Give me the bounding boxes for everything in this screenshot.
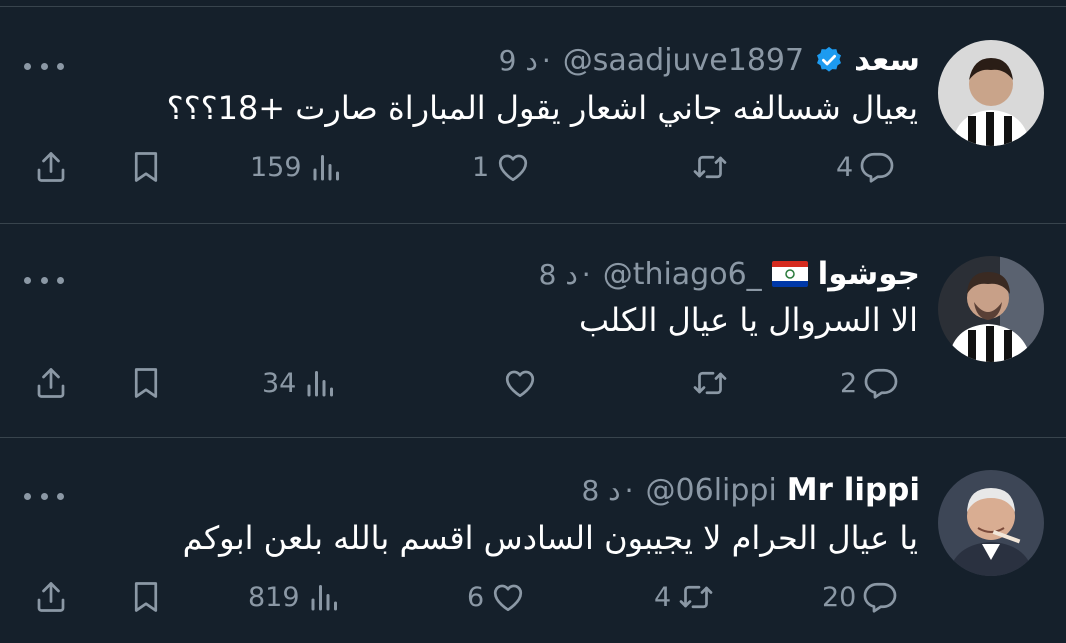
reply-button[interactable]: 20 <box>822 572 898 622</box>
tweet-header: 8 د · @06lippi Mr lippi <box>581 468 920 512</box>
avatar[interactable] <box>938 470 1044 576</box>
reply-icon <box>860 152 894 183</box>
retweet-icon <box>693 371 727 395</box>
like-count: 1 <box>472 151 490 183</box>
paraguay-flag-icon <box>771 261 808 287</box>
views-icon <box>307 371 334 397</box>
views-count: 159 <box>250 151 302 183</box>
tweet-header: 8 د · @thiago6_ جوشوا <box>539 252 920 296</box>
like-icon <box>494 584 523 612</box>
avatar[interactable] <box>938 256 1044 362</box>
tweet-card[interactable]: 8 د · @06lippi Mr lippi يا عيال الحرام ل… <box>0 438 1066 643</box>
like-button[interactable]: 1 <box>472 142 531 192</box>
reply-icon <box>864 582 897 613</box>
tweet-actions: 20 4 6 819 <box>0 572 1066 622</box>
display-name[interactable]: Mr lippi <box>787 472 920 508</box>
share-icon <box>37 368 65 398</box>
timestamp[interactable]: 9 د <box>499 44 538 77</box>
views-count: 819 <box>248 581 300 613</box>
reply-count: 20 <box>822 581 857 613</box>
retweet-button[interactable]: 4 <box>654 572 715 622</box>
tweet-header: 9 د · @saadjuve1897 سعد <box>499 38 920 82</box>
like-icon <box>499 154 528 182</box>
like-count: 6 <box>467 581 485 613</box>
views-icon <box>313 155 339 181</box>
user-handle[interactable]: @thiago6_ <box>603 257 762 292</box>
like-icon <box>505 370 535 398</box>
bookmark-icon <box>134 368 158 398</box>
timestamp[interactable]: 8 د <box>539 258 578 291</box>
tweet-card[interactable]: 9 د · @saadjuve1897 سعد يعيال شسالفه جان… <box>0 6 1066 224</box>
tweet-actions: 2 34 <box>0 358 1066 408</box>
views-button[interactable]: 159 <box>250 142 346 192</box>
like-button[interactable]: 6 <box>467 572 526 622</box>
bookmark-button[interactable] <box>128 572 164 622</box>
retweet-count: 4 <box>654 581 672 613</box>
reply-button[interactable]: 4 <box>836 142 895 192</box>
bookmark-button[interactable] <box>128 142 164 192</box>
reply-count: 2 <box>840 367 858 399</box>
tweet-actions: 4 1 159 <box>0 142 1066 192</box>
retweet-button[interactable] <box>685 142 729 192</box>
separator: · <box>624 473 634 507</box>
more-icon[interactable] <box>24 486 64 506</box>
bookmark-icon <box>134 152 158 182</box>
separator: · <box>541 43 551 77</box>
retweet-icon <box>693 155 727 179</box>
share-icon <box>37 152 65 182</box>
display-name[interactable]: جوشوا <box>818 256 920 292</box>
tweet-text: الا السروال يا عيال الكلب <box>579 301 918 339</box>
views-button[interactable]: 819 <box>248 572 344 622</box>
reply-icon <box>864 368 898 399</box>
views-icon <box>311 585 337 611</box>
share-button[interactable] <box>33 142 69 192</box>
more-icon[interactable] <box>24 56 64 76</box>
views-button[interactable]: 34 <box>262 358 340 408</box>
separator: · <box>581 257 591 291</box>
share-button[interactable] <box>33 358 69 408</box>
timestamp[interactable]: 8 د <box>581 474 620 507</box>
user-handle[interactable]: @saadjuve1897 <box>563 43 804 78</box>
user-handle[interactable]: @06lippi <box>646 473 777 508</box>
share-icon <box>37 582 65 612</box>
reply-button[interactable]: 2 <box>840 358 899 408</box>
avatar[interactable] <box>938 40 1044 146</box>
like-button[interactable] <box>496 358 538 408</box>
retweet-button[interactable] <box>685 358 729 408</box>
display-name[interactable]: سعد <box>854 42 920 78</box>
share-button[interactable] <box>33 572 69 622</box>
bookmark-button[interactable] <box>128 358 164 408</box>
verified-badge-icon <box>814 45 844 75</box>
tweet-card[interactable]: 8 د · @thiago6_ جوشوا الا السروال يا عيا… <box>0 224 1066 438</box>
more-icon[interactable] <box>24 270 64 290</box>
reply-count: 4 <box>836 151 854 183</box>
tweet-text: يا عيال الحرام لا يجيبون السادس اقسم بال… <box>182 519 918 557</box>
bookmark-icon <box>134 582 158 612</box>
tweet-text: يعيال شسالفه جاني اشعار يقول المباراة صا… <box>166 89 918 127</box>
views-count: 34 <box>262 367 297 399</box>
retweet-icon <box>679 585 713 609</box>
